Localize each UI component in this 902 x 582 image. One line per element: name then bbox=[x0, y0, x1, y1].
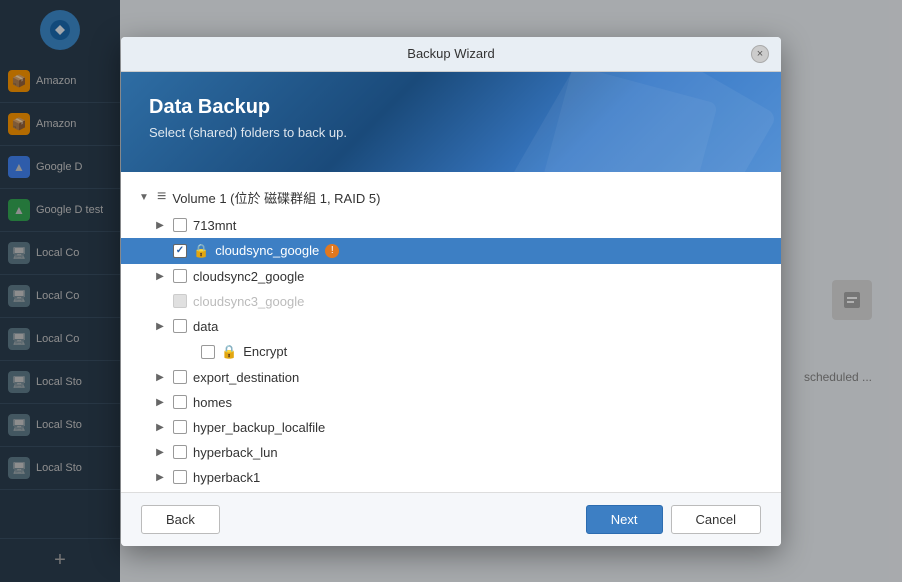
volume-icon: ≡ bbox=[157, 188, 166, 206]
tree: ▼ ≡ Volume 1 (位於 磁碟群組 1, RAID 5) ▶ 713mnt… bbox=[121, 172, 781, 492]
tree-expander[interactable]: ▶ bbox=[153, 370, 167, 384]
item-label: 713mnt bbox=[193, 218, 236, 233]
back-button[interactable]: Back bbox=[141, 505, 220, 534]
tree-expander bbox=[181, 345, 195, 359]
modal-footer: Back Next Cancel bbox=[121, 492, 781, 546]
volume-expander[interactable]: ▼ bbox=[137, 190, 151, 204]
tree-checkbox[interactable] bbox=[173, 445, 187, 459]
modal-window: Backup Wizard × Data Backup Select (shar… bbox=[121, 37, 781, 546]
item-label: Encrypt bbox=[243, 344, 287, 359]
folder-tree-container[interactable]: ▼ ≡ Volume 1 (位於 磁碟群組 1, RAID 5) ▶ 713mnt… bbox=[121, 172, 781, 492]
tree-item-export_destination[interactable]: ▶ export_destination bbox=[121, 365, 781, 390]
tree-item-713mnt[interactable]: ▶ 713mnt bbox=[121, 213, 781, 238]
tree-checkbox[interactable] bbox=[173, 470, 187, 484]
tree-checkbox[interactable] bbox=[173, 294, 187, 308]
tree-item-cloudsync2_google[interactable]: ▶ cloudsync2_google bbox=[121, 264, 781, 289]
cancel-button[interactable]: Cancel bbox=[671, 505, 761, 534]
tree-expander[interactable]: ▶ bbox=[153, 395, 167, 409]
tree-expander[interactable]: ▶ bbox=[153, 420, 167, 434]
item-label: export_destination bbox=[193, 370, 299, 385]
tree-expander[interactable]: ▶ bbox=[153, 470, 167, 484]
tree-checkbox[interactable] bbox=[173, 244, 187, 258]
tree-item-cloudsync3_google[interactable]: cloudsync3_google bbox=[121, 289, 781, 314]
tree-checkbox[interactable] bbox=[173, 420, 187, 434]
modal-titlebar: Backup Wizard × bbox=[121, 37, 781, 72]
tree-checkbox[interactable] bbox=[173, 269, 187, 283]
tree-expander[interactable]: ▶ bbox=[153, 445, 167, 459]
item-label: cloudsync_google bbox=[215, 243, 319, 258]
volume-label: Volume 1 (位於 磁碟群組 1, RAID 5) bbox=[172, 188, 380, 207]
tree-expander bbox=[153, 244, 167, 258]
warning-icon: ! bbox=[325, 244, 339, 258]
next-button[interactable]: Next bbox=[586, 505, 663, 534]
item-label: data bbox=[193, 319, 218, 334]
item-label: homes bbox=[193, 395, 232, 410]
modal-header: Data Backup Select (shared) folders to b… bbox=[121, 72, 781, 172]
tree-item-hyperback1[interactable]: ▶ hyperback1 bbox=[121, 465, 781, 490]
item-label: cloudsync3_google bbox=[193, 294, 304, 309]
lock-icon: 🔒 bbox=[193, 243, 209, 259]
tree-expander[interactable]: ▶ bbox=[153, 218, 167, 232]
lock-icon: 🔒 bbox=[221, 344, 237, 360]
tree-item-hyperback_lun[interactable]: ▶ hyperback_lun bbox=[121, 440, 781, 465]
header-title: Data Backup bbox=[149, 96, 753, 119]
item-label: hyperback1 bbox=[193, 470, 260, 485]
header-subtitle: Select (shared) folders to back up. bbox=[149, 125, 753, 140]
item-label: cloudsync2_google bbox=[193, 269, 304, 284]
footer-right-buttons: Next Cancel bbox=[586, 505, 761, 534]
modal-title: Backup Wizard bbox=[151, 46, 751, 61]
tree-item-Encrypt[interactable]: 🔒 Encrypt bbox=[121, 339, 781, 365]
tree-checkbox[interactable] bbox=[173, 370, 187, 384]
tree-item-homes[interactable]: ▶ homes bbox=[121, 390, 781, 415]
tree-checkbox[interactable] bbox=[173, 218, 187, 232]
tree-checkbox[interactable] bbox=[173, 395, 187, 409]
volume-row: ▼ ≡ Volume 1 (位於 磁碟群組 1, RAID 5) bbox=[121, 182, 781, 213]
item-label: hyper_backup_localfile bbox=[193, 420, 325, 435]
tree-checkbox[interactable] bbox=[173, 319, 187, 333]
tree-expander[interactable]: ▶ bbox=[153, 269, 167, 283]
close-button[interactable]: × bbox=[751, 45, 769, 63]
item-label: hyperback_lun bbox=[193, 445, 278, 460]
tree-checkbox[interactable] bbox=[201, 345, 215, 359]
tree-expander bbox=[153, 294, 167, 308]
tree-item-data[interactable]: ▶ data bbox=[121, 314, 781, 339]
tree-item-hyper_backup_localfile[interactable]: ▶ hyper_backup_localfile bbox=[121, 415, 781, 440]
tree-item-cloudsync_google[interactable]: 🔒 cloudsync_google! bbox=[121, 238, 781, 264]
modal-overlay: Backup Wizard × Data Backup Select (shar… bbox=[0, 0, 902, 582]
tree-expander[interactable]: ▶ bbox=[153, 319, 167, 333]
